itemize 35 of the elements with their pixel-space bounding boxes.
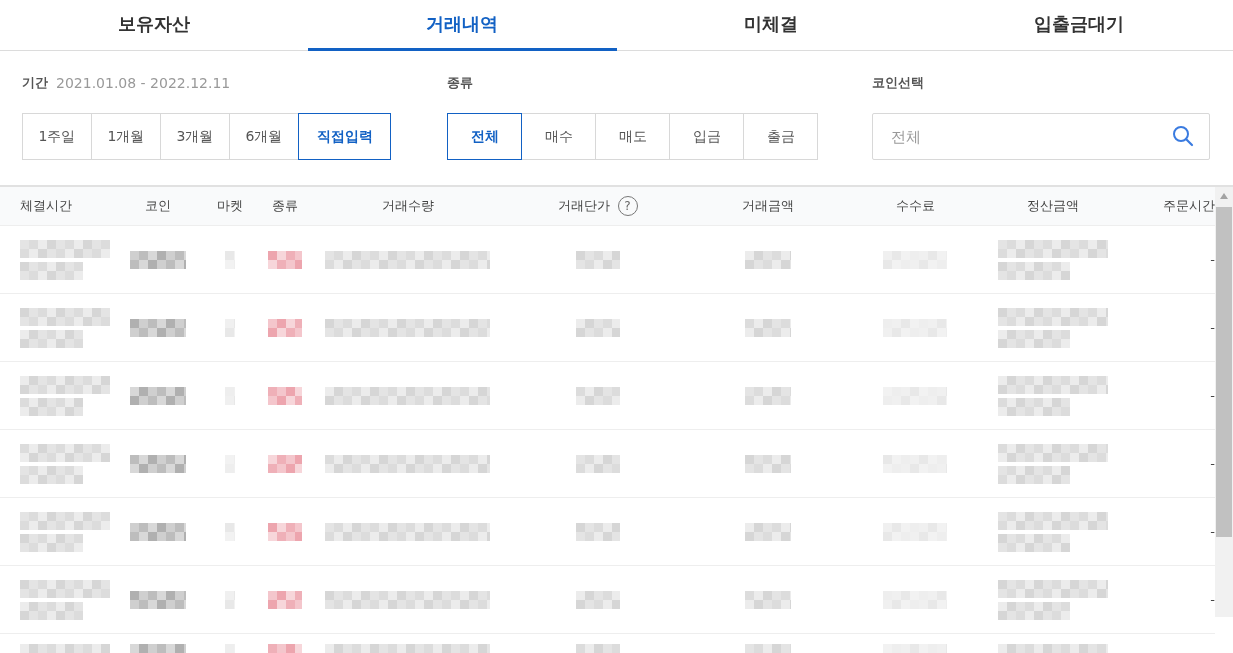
column-header: 주문시간 bbox=[1163, 197, 1215, 215]
table-cell: - bbox=[1210, 524, 1215, 539]
type-label: 종류 bbox=[447, 74, 473, 92]
period-option[interactable]: 3개월 bbox=[160, 113, 230, 160]
table-cell: - bbox=[1210, 592, 1215, 607]
period-option[interactable]: 직접입력 bbox=[298, 113, 391, 160]
column-header: 체결시간 bbox=[20, 197, 72, 215]
tab[interactable]: 미체결 bbox=[616, 0, 925, 51]
type-option[interactable]: 입금 bbox=[669, 113, 744, 160]
type-option[interactable]: 출금 bbox=[743, 113, 818, 160]
column-header: 거래금액 bbox=[741, 197, 794, 215]
period-option[interactable]: 6개월 bbox=[229, 113, 299, 160]
column-header: 종류 bbox=[272, 197, 298, 215]
period-option[interactable]: 1개월 bbox=[91, 113, 161, 160]
coin-search-field[interactable]: 전체 bbox=[872, 113, 1210, 160]
period-label: 기간 bbox=[22, 74, 48, 92]
column-header: 마켓 bbox=[217, 197, 243, 215]
type-option[interactable]: 전체 bbox=[447, 113, 522, 160]
table-cell: - bbox=[1210, 252, 1215, 267]
date-range: 2021.01.08 - 2022.12.11 bbox=[56, 75, 231, 91]
type-option[interactable]: 매도 bbox=[595, 113, 670, 160]
column-header: 거래단가 bbox=[557, 197, 610, 215]
column-header: 정산금액 bbox=[1026, 197, 1079, 215]
tab[interactable]: 입출금대기 bbox=[924, 0, 1233, 51]
table-cell: - bbox=[1210, 320, 1215, 335]
type-option[interactable]: 매수 bbox=[521, 113, 596, 160]
period-option[interactable]: 1주일 bbox=[22, 113, 92, 160]
column-header: 수수료 bbox=[895, 197, 935, 215]
table-cell: - bbox=[1210, 456, 1215, 471]
column-header: 코인 bbox=[144, 197, 171, 215]
column-header: 거래수량 bbox=[381, 197, 434, 215]
coin-select-label: 코인선택 bbox=[872, 74, 924, 92]
tab[interactable]: 거래내역 bbox=[308, 0, 617, 51]
tab[interactable]: 보유자산 bbox=[0, 0, 309, 51]
table-cell: - bbox=[1210, 388, 1215, 403]
